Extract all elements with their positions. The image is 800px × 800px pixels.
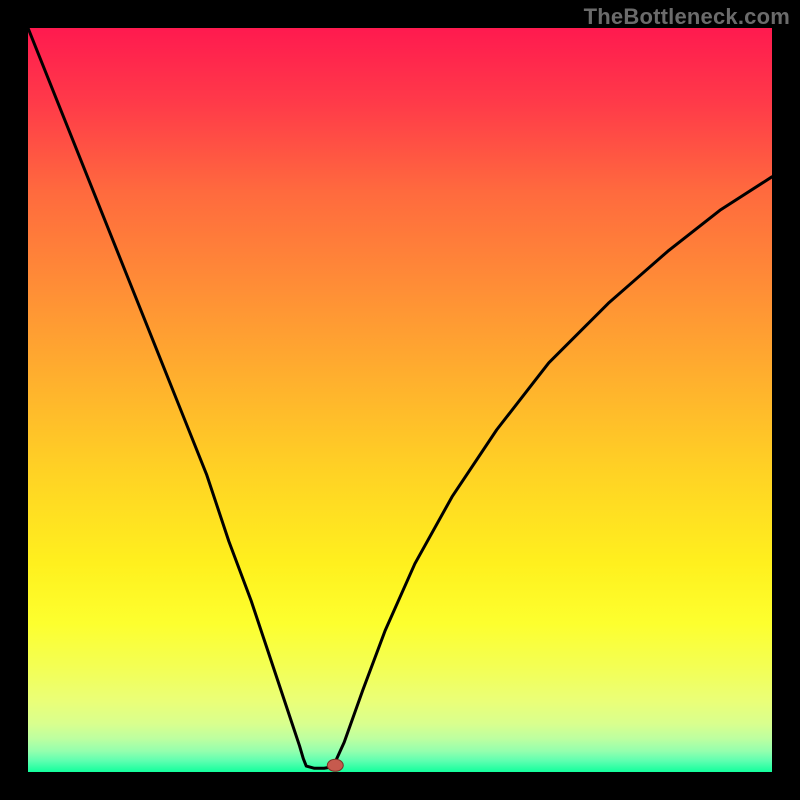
watermark-text: TheBottleneck.com xyxy=(584,4,790,30)
chart-frame: TheBottleneck.com xyxy=(0,0,800,800)
gradient-background xyxy=(28,28,772,772)
plot-svg xyxy=(28,28,772,772)
plot-area xyxy=(28,28,772,772)
optimal-point-marker xyxy=(327,759,343,771)
